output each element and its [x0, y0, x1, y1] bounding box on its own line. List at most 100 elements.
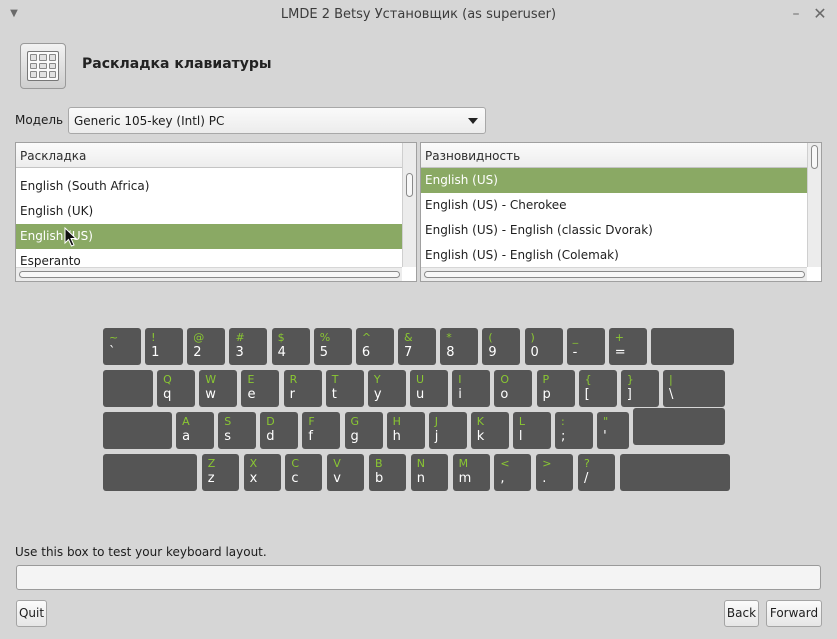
key-base-label: c — [291, 471, 299, 486]
key-a: Aa — [176, 412, 215, 449]
key-shift-label: ) — [530, 331, 535, 344]
list-item-variant-0[interactable]: English (US) — [421, 168, 807, 193]
list-item-variant-1[interactable]: English (US) - Cherokee — [421, 193, 807, 218]
variant-list-rows: English (US) English (US) - Cherokee Eng… — [421, 168, 807, 267]
key-shift-label: B — [375, 457, 383, 470]
key-base-label: 7 — [404, 345, 413, 360]
key-base-label: 1 — [151, 345, 160, 360]
key-shift-label: ~ — [109, 331, 119, 344]
layout-list-hscrollbar[interactable] — [16, 267, 402, 281]
close-icon[interactable]: ✕ — [810, 4, 830, 24]
key-n: Nn — [410, 454, 448, 491]
key-shift-label: R — [289, 373, 298, 386]
key-base-label: / — [584, 471, 589, 486]
forward-button[interactable]: Forward — [766, 600, 822, 627]
scroll-thumb[interactable] — [424, 271, 805, 278]
key-base-label: q — [163, 387, 172, 402]
key-base-label: 3 — [235, 345, 244, 360]
key-base-label: p — [542, 387, 551, 402]
key-shift-label: ? — [584, 457, 590, 470]
key-base-label: 2 — [193, 345, 202, 360]
key-shift-label: X — [249, 457, 258, 470]
key-9: (9 — [482, 328, 521, 365]
key-base-label: l — [518, 429, 523, 444]
key-shift-label: { — [584, 373, 592, 386]
key-j: Jj — [428, 412, 467, 449]
key-shift-label: U — [416, 373, 425, 386]
key-shift-label: V — [333, 457, 341, 470]
key-2: @2 — [187, 328, 226, 365]
key-shift-label: : — [561, 415, 565, 428]
key-shift-label: D — [266, 415, 275, 428]
key-base-label: n — [416, 471, 426, 486]
key-d: Dd — [260, 412, 299, 449]
key-3: #3 — [229, 328, 268, 365]
key-base-label: d — [266, 429, 275, 444]
key-shift-label: | — [668, 373, 673, 386]
scroll-thumb[interactable] — [811, 145, 818, 169]
model-dropdown[interactable]: Generic 105-key (Intl) PC — [68, 107, 486, 134]
key-symbol: _ - — [566, 328, 605, 365]
chevron-down-icon — [468, 118, 478, 124]
key-shift-label: & — [404, 331, 413, 344]
variant-list-header[interactable]: Разновидность — [421, 143, 807, 168]
layout-list-vscrollbar[interactable] — [402, 143, 416, 267]
keyboard-test-input[interactable] — [16, 565, 821, 590]
key-shift-label: N — [416, 457, 426, 470]
key-x: Xx — [243, 454, 281, 491]
key-base-label: f — [308, 429, 313, 444]
key-t: Tt — [325, 370, 364, 407]
key-shift-label: $ — [277, 331, 285, 344]
key-symbol: >. — [536, 454, 574, 491]
key-symbol: {[ — [578, 370, 617, 407]
layout-list-header[interactable]: Раскладка — [16, 143, 402, 168]
scroll-thumb[interactable] — [406, 173, 413, 197]
key-shift-label: W — [205, 373, 217, 386]
variant-list-hscrollbar[interactable] — [421, 267, 807, 281]
list-item-layout-0[interactable]: English (South Africa) — [16, 174, 402, 199]
key-l: Ll — [512, 412, 551, 449]
key-shift-label: } — [626, 373, 634, 386]
minimize-icon[interactable]: – — [786, 4, 806, 24]
key-7: & 7 — [398, 328, 437, 365]
key-blank — [650, 328, 734, 365]
key-g: Gg — [344, 412, 383, 449]
layout-list[interactable]: Раскладка English (South Africa) English… — [15, 142, 417, 282]
key-shift-label: Z — [207, 457, 216, 470]
page-title: Раскладка клавиатуры — [82, 56, 272, 72]
list-item-variant-3[interactable]: English (US) - English (Colemak) — [421, 243, 807, 267]
key-w: Ww — [199, 370, 238, 407]
key-base-label: t — [331, 387, 337, 402]
key-blank — [619, 454, 730, 491]
key-1: ! 1 — [145, 328, 184, 365]
list-item-layout-3[interactable]: Esperanto — [16, 249, 402, 267]
variant-list[interactable]: Разновидность English (US) English (US) … — [420, 142, 822, 282]
key-shift-label: ( — [488, 331, 493, 344]
keyboard-icon — [20, 43, 66, 89]
key-base-label: r — [289, 387, 295, 402]
key-symbol: <, — [494, 454, 532, 491]
variant-list-vscrollbar[interactable] — [807, 143, 821, 267]
key-shift-label: G — [350, 415, 360, 428]
back-button[interactable]: Back — [724, 600, 759, 627]
key-base-label: y — [373, 387, 382, 402]
key-base-label: u — [416, 387, 425, 402]
key-base-label: \ — [668, 387, 674, 402]
key-base-label: 0 — [530, 345, 539, 360]
key-shift-label: ^ — [361, 331, 372, 344]
list-item-layout-1[interactable]: English (UK) — [16, 199, 402, 224]
list-item-variant-2[interactable]: English (US) - English (classic Dvorak) — [421, 218, 807, 243]
quit-button[interactable]: Quit — [16, 600, 47, 627]
key-shift-label: _ — [572, 331, 579, 344]
key-base-label: b — [375, 471, 384, 486]
key-shift-label: A — [182, 415, 190, 428]
scroll-thumb[interactable] — [19, 271, 400, 278]
layout-list-header-label: Раскладка — [20, 149, 87, 163]
key-base-label: x — [249, 471, 258, 486]
key-base-label: h — [392, 429, 401, 444]
key-v: Vv — [327, 454, 365, 491]
key-shift-label: J — [434, 415, 438, 428]
key-8: * 8 — [440, 328, 479, 365]
key-shift-label: " — [603, 415, 609, 428]
window-title: LMDE 2 Betsy Установщик (as superuser) — [280, 7, 557, 22]
